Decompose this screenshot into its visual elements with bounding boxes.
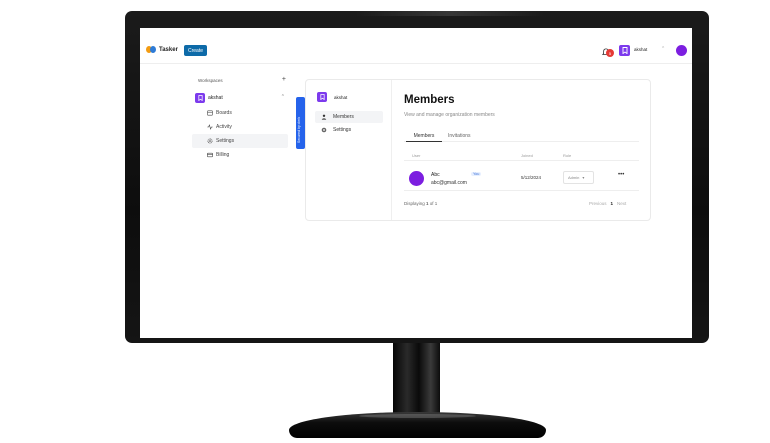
user-icon	[321, 114, 327, 120]
previous-page-button[interactable]: Previous	[589, 201, 607, 206]
bookmark-icon	[319, 94, 325, 100]
workspaces-title: Workspaces	[198, 78, 223, 83]
org-profile-nav: akshat Members Settings	[306, 80, 392, 220]
displaying-count: Displaying 1 of 1	[404, 201, 437, 206]
chevron-updown-icon[interactable]: ⌃	[661, 46, 665, 52]
app-logo[interactable]: Tasker	[146, 46, 178, 53]
workspaces-header: Workspaces +	[192, 76, 288, 86]
column-header-role: Role	[563, 153, 572, 158]
chevron-down-icon: ▾	[582, 175, 585, 180]
sidebar-item-billing[interactable]: Billing	[192, 148, 288, 162]
add-workspace-button[interactable]: +	[282, 76, 286, 83]
bookmark-icon	[197, 95, 203, 101]
member-joined-date: 5/12/2024	[521, 175, 542, 180]
sidebar-item-label: Boards	[216, 110, 232, 116]
bookmark-icon	[622, 47, 627, 54]
app-name: Tasker	[159, 46, 178, 53]
clerk-badge-text: Secured by clerk	[297, 116, 301, 143]
column-header-user: User	[412, 153, 421, 158]
monitor-bezel: Tasker Create 5 akshat ⌃ Workspaces + ak…	[125, 11, 709, 343]
tab-invitations[interactable]: Invitations	[448, 130, 471, 142]
table-header: User Joined Role	[404, 153, 639, 161]
notification-count-badge: 5	[606, 49, 614, 57]
role-value: Admin	[568, 175, 580, 180]
notifications-bell[interactable]: 5	[601, 44, 614, 57]
current-page[interactable]: 1	[611, 201, 614, 206]
boards-icon	[207, 110, 213, 116]
org-name: akshat	[334, 94, 348, 100]
role-select[interactable]: Admin ▾	[563, 171, 594, 184]
sidebar-item-boards[interactable]: Boards	[192, 106, 288, 120]
settings-icon	[207, 138, 213, 144]
screen: Tasker Create 5 akshat ⌃ Workspaces + ak…	[140, 28, 692, 338]
displaying-prefix: Displaying	[404, 201, 427, 206]
create-button[interactable]: Create	[184, 45, 208, 56]
members-section: Members View and manage organization mem…	[404, 80, 649, 220]
activity-icon	[207, 124, 213, 130]
billing-icon	[207, 152, 213, 158]
page-subtitle: View and manage organization members	[404, 112, 495, 118]
nav-settings-label: Settings	[333, 127, 352, 133]
org-avatar	[317, 92, 327, 102]
navbar: Tasker Create 5 akshat ⌃	[140, 40, 692, 64]
column-header-joined: Joined	[521, 153, 533, 158]
next-page-button[interactable]: Next	[617, 201, 626, 206]
organization-profile-panel: akshat Members Settings Members View and…	[305, 79, 651, 221]
page-title: Members	[404, 94, 455, 106]
displaying-total: 1	[434, 201, 438, 206]
user-avatar[interactable]	[676, 45, 687, 56]
gear-icon	[321, 127, 327, 133]
sidebar-item-settings[interactable]: Settings	[192, 134, 288, 148]
org-avatar[interactable]	[619, 45, 630, 56]
stage: Tasker Create 5 akshat ⌃ Workspaces + ak…	[0, 0, 770, 443]
pagination: Previous 1 Next	[589, 201, 626, 206]
sidebar-item-label: Activity	[216, 124, 232, 130]
tabs: Members Invitations	[404, 130, 639, 142]
member-email: abc@gmail.com	[431, 180, 467, 186]
workspace-item[interactable]: akshat ⌃	[192, 92, 288, 106]
nav-members-label: Members	[333, 114, 354, 120]
nav-settings[interactable]: Settings	[315, 124, 383, 136]
logo-icon	[146, 46, 156, 53]
nav-members[interactable]: Members	[315, 111, 383, 123]
org-switcher-name[interactable]: akshat	[634, 47, 647, 52]
member-avatar	[409, 171, 424, 186]
workspace-icon	[195, 93, 205, 103]
chevron-up-icon[interactable]: ⌃	[281, 94, 285, 100]
clerk-secured-badge[interactable]: Secured by clerk	[296, 97, 305, 149]
sidebar: Workspaces + akshat ⌃ Boards Activity Se…	[192, 76, 288, 162]
row-actions-button[interactable]: •••	[618, 172, 624, 178]
sidebar-item-label: Settings	[216, 138, 235, 144]
tab-members[interactable]: Members	[406, 130, 442, 142]
member-name: Abc	[431, 172, 440, 178]
monitor-stand-neck	[393, 343, 440, 419]
org-header: akshat	[317, 92, 347, 102]
workspace-name: akshat	[208, 95, 223, 101]
monitor-stand-base	[289, 412, 546, 438]
sidebar-item-activity[interactable]: Activity	[192, 120, 288, 134]
table-row: Abc You abc@gmail.com 5/12/2024 Admin ▾ …	[404, 165, 639, 191]
you-badge: You	[471, 172, 482, 176]
sidebar-item-label: Billing	[216, 152, 230, 158]
